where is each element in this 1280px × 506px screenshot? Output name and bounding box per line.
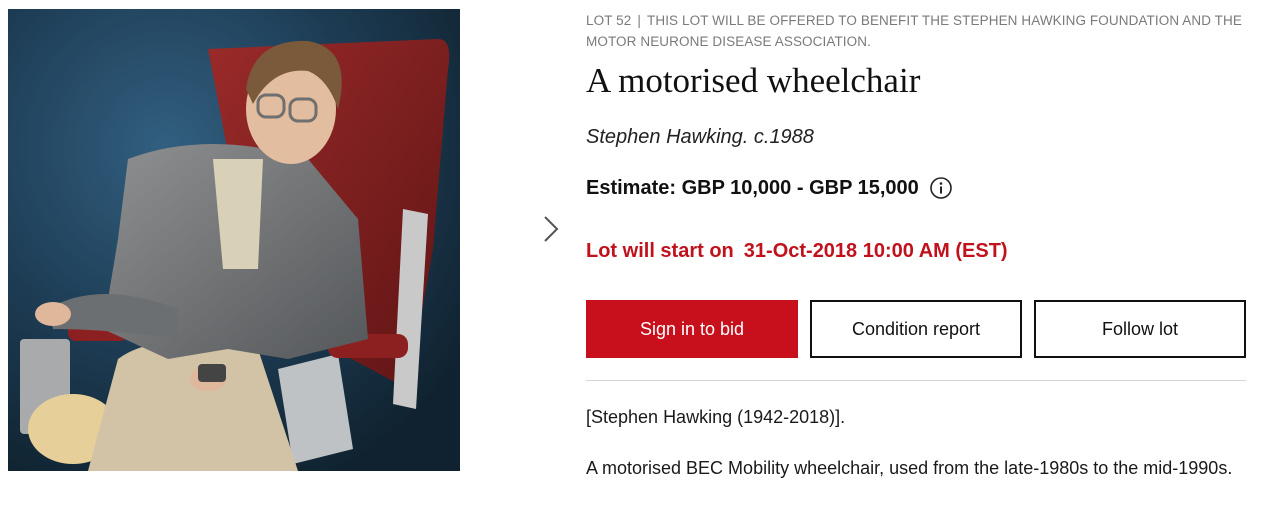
lot-header: LOT 52 | THIS LOT WILL BE OFFERED TO BENEF… <box>586 10 1246 52</box>
estimate-text: Estimate: GBP 10,000 - GBP 15,000 <box>586 177 919 199</box>
description-line-1: [Stephen Hawking (1942-2018)]. <box>586 407 846 427</box>
follow-lot-button[interactable]: Follow lot <box>1034 300 1246 358</box>
lot-start-time: Lot will start on 31-Oct-2018 10:00 AM (E… <box>586 238 1008 264</box>
divider <box>586 380 1246 381</box>
chevron-right-icon <box>544 216 559 242</box>
lot-image[interactable] <box>8 9 460 471</box>
next-image-arrow[interactable] <box>538 212 564 246</box>
lot-number: LOT 52 <box>586 13 632 28</box>
lot-title: A motorised wheelchair <box>586 61 921 100</box>
start-datetime: 31-Oct-2018 10:00 AM (EST) <box>743 240 1008 262</box>
condition-report-button[interactable]: Condition report <box>810 300 1022 358</box>
start-label: Lot will start on <box>586 240 734 262</box>
sign-in-to-bid-button[interactable]: Sign in to bid <box>586 300 798 358</box>
description-line-2: A motorised BEC Mobility wheelchair, use… <box>586 458 1233 478</box>
lot-notice: THIS LOT WILL BE OFFERED TO BENEFIT THE … <box>586 13 1242 49</box>
lot-estimate: Estimate: GBP 10,000 - GBP 15,000 <box>586 175 953 201</box>
info-icon[interactable] <box>929 176 953 200</box>
lot-photo-illustration <box>8 9 460 471</box>
lot-subtitle: Stephen Hawking. c.1988 <box>586 126 814 148</box>
lot-separator: | <box>637 13 641 28</box>
